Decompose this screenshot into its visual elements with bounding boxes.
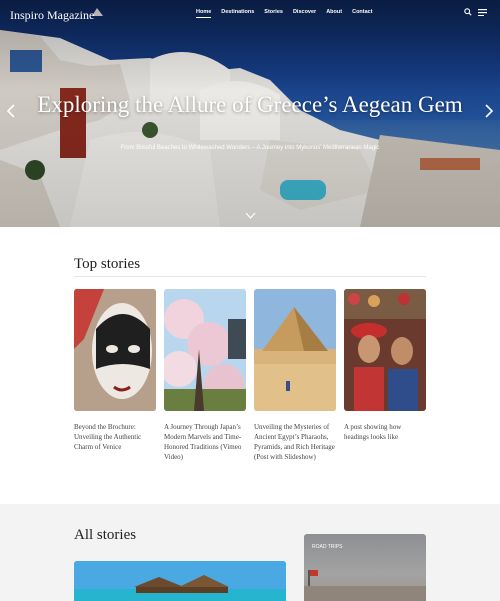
hero-title[interactable]: Exploring the Allure of Greece’s Aegean … [0, 92, 500, 118]
chevron-right-icon[interactable] [484, 104, 494, 118]
nav-contact[interactable]: Contact [352, 9, 372, 18]
site-logo[interactable]: Inspiro Magazine [10, 8, 94, 23]
nav-destinations[interactable]: Destinations [221, 9, 254, 18]
road-trips-card[interactable]: ROAD TRIPS [304, 534, 426, 601]
hero-subtitle: From Blissful Beaches to Whitewashed Won… [120, 145, 380, 151]
featured-story-image[interactable] [74, 561, 286, 601]
nav-discover[interactable]: Discover [293, 9, 316, 18]
story-card[interactable]: Beyond the Brochure: Unveiling the Authe… [74, 289, 156, 452]
nav-home[interactable]: Home [196, 9, 212, 18]
story-title[interactable]: Beyond the Brochure: Unveiling the Authe… [74, 422, 156, 452]
story-card[interactable]: A post showing how headings looks like [344, 289, 426, 442]
story-image-children[interactable] [344, 289, 426, 411]
menu-icon[interactable] [478, 9, 487, 16]
story-card[interactable]: A Journey Through Japan’s Modern Marvels… [164, 289, 246, 462]
nav-stories[interactable]: Stories [264, 9, 283, 18]
section-divider [74, 276, 426, 277]
story-card[interactable]: Unveiling the Mysteries of Ancient Egypt… [254, 289, 336, 462]
hero-banner: Inspiro Magazine Home Destinations Stori… [0, 0, 500, 227]
story-image-pyramid[interactable] [254, 289, 336, 411]
story-image-venice-mask[interactable] [74, 289, 156, 411]
story-title[interactable]: A post showing how headings looks like [344, 422, 426, 442]
all-stories-heading: All stories [74, 527, 137, 543]
story-image-japan-blossoms[interactable] [164, 289, 246, 411]
main-nav: Home Destinations Stories Discover About… [196, 9, 383, 18]
chevron-down-icon[interactable] [245, 212, 256, 219]
search-icon[interactable] [464, 8, 472, 16]
story-title[interactable]: A Journey Through Japan’s Modern Marvels… [164, 422, 246, 462]
nav-about[interactable]: About [326, 9, 342, 18]
chevron-left-icon[interactable] [6, 104, 16, 118]
story-title[interactable]: Unveiling the Mysteries of Ancient Egypt… [254, 422, 336, 462]
top-stories-heading: Top stories [74, 256, 141, 272]
